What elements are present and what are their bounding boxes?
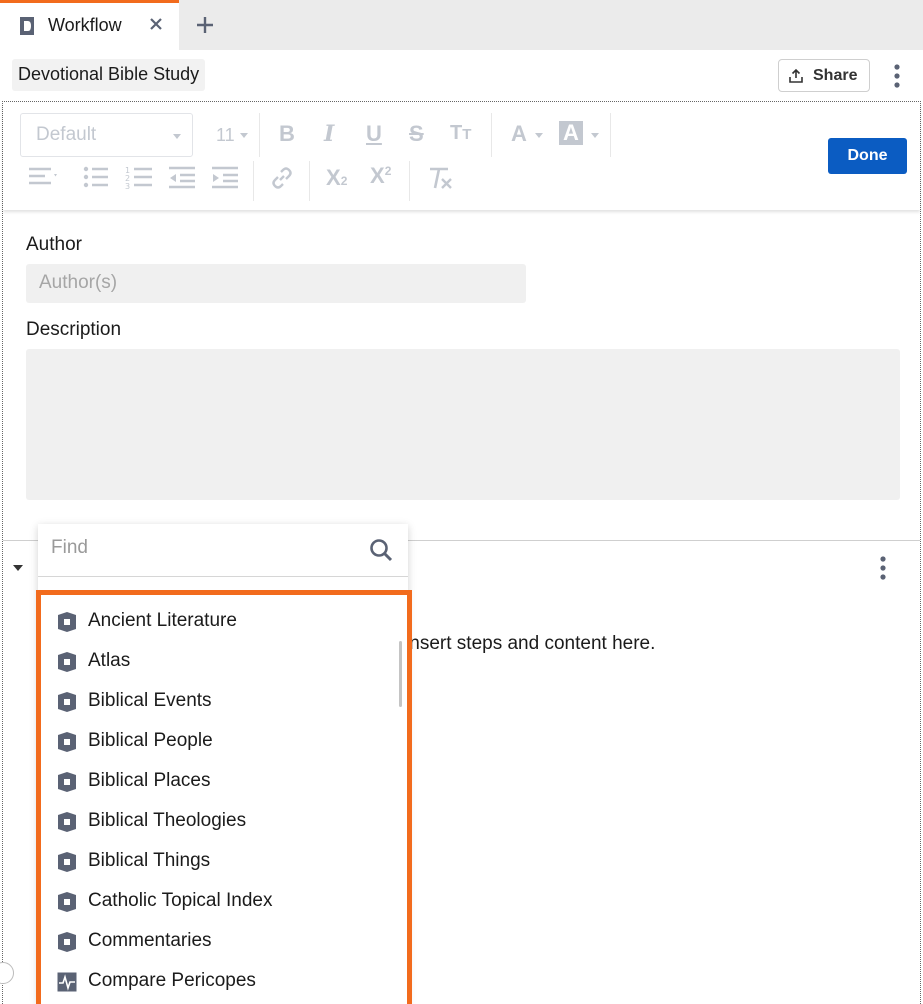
- chevron-down-icon: [591, 133, 599, 138]
- list-item-label: Atlas: [88, 650, 131, 671]
- toolbar-divider: [610, 113, 611, 157]
- tab-workflow[interactable]: Workflow: [0, 0, 179, 50]
- clear-format-icon[interactable]: [427, 166, 453, 190]
- share-label: Share: [813, 67, 858, 84]
- italic-icon[interactable]: I: [324, 123, 334, 145]
- guide-icon: [57, 851, 77, 873]
- toolbar-divider: [309, 161, 310, 201]
- toolbar-divider: [253, 161, 254, 201]
- list-item-label: Biblical Events: [88, 690, 212, 711]
- guide-icon: [57, 771, 77, 793]
- svg-text:3: 3: [125, 182, 130, 191]
- list-item[interactable]: Catholic Topical Index: [51, 882, 391, 922]
- more-options-icon[interactable]: [888, 63, 906, 89]
- list-item[interactable]: Biblical Events: [51, 682, 391, 722]
- collapse-caret-icon[interactable]: [13, 565, 23, 571]
- list-item-label: Biblical Theologies: [88, 810, 247, 831]
- author-input[interactable]: Author(s): [26, 264, 526, 303]
- font-family-value: Default: [36, 124, 97, 145]
- formatting-toolbar: Default 11 B I U S TT A A 1 2 3 X2 X2 Do…: [3, 103, 920, 210]
- chevron-down-icon: [240, 133, 248, 138]
- description-field[interactable]: [26, 349, 900, 500]
- guide-icon: [57, 651, 77, 673]
- list-item[interactable]: Biblical Theologies: [51, 802, 391, 842]
- guide-icon: [57, 691, 77, 713]
- list-item[interactable]: Biblical People: [51, 722, 391, 762]
- document-title[interactable]: Devotional Bible Study: [12, 59, 206, 91]
- list-item-label: Ancient Literature: [88, 610, 237, 631]
- list-item-label: Biblical Places: [88, 770, 211, 791]
- description-label: Description: [26, 319, 122, 340]
- outdent-icon[interactable]: [168, 165, 196, 189]
- font-family-select[interactable]: Default: [20, 113, 193, 157]
- list-item-label: Biblical Things: [88, 850, 211, 871]
- compare-icon: [57, 971, 77, 993]
- document-header: Devotional Bible Study Share: [0, 50, 923, 102]
- chevron-down-icon: [173, 134, 181, 139]
- search-icon[interactable]: [369, 538, 393, 562]
- list-item[interactable]: Biblical Places: [51, 762, 391, 802]
- tab-bar: Workflow: [0, 0, 923, 50]
- finder-list: Ancient Literature Atlas Biblical Events Bi…: [36, 590, 412, 1004]
- more-options-icon[interactable]: [874, 555, 892, 581]
- find-input[interactable]: Find: [38, 524, 408, 577]
- list-item[interactable]: Ancient Literature: [51, 602, 391, 642]
- guide-icon: [57, 891, 77, 913]
- add-tab-icon[interactable]: [195, 15, 215, 35]
- section-hint: Insert steps and content here.: [404, 633, 656, 654]
- chevron-down-icon: [535, 133, 543, 138]
- guide-icon: [57, 811, 77, 833]
- list-item-label: Catholic Topical Index: [88, 890, 273, 911]
- bullet-list-icon[interactable]: [83, 165, 109, 189]
- done-button[interactable]: Done: [828, 138, 907, 174]
- list-item[interactable]: Biblical Things: [51, 842, 391, 882]
- font-color-icon[interactable]: A: [511, 123, 527, 145]
- list-item[interactable]: Atlas: [51, 642, 391, 682]
- toolbar-divider: [259, 113, 260, 157]
- superscript-icon[interactable]: X2: [370, 165, 391, 187]
- guide-icon: [57, 731, 77, 753]
- list-item-label: Compare Pericopes: [88, 970, 256, 991]
- scrollbar[interactable]: [399, 641, 402, 707]
- list-item[interactable]: Compare Pericopes: [51, 962, 391, 1002]
- list-item[interactable]: Commentaries: [51, 922, 391, 962]
- list-item-label: Biblical People: [88, 730, 213, 751]
- highlight-color-icon[interactable]: A: [559, 121, 583, 145]
- guide-icon: [57, 611, 77, 633]
- font-size-select[interactable]: 11: [216, 125, 235, 146]
- share-button[interactable]: Share: [778, 59, 870, 92]
- guide-icon: [57, 931, 77, 953]
- strikethrough-icon[interactable]: S: [409, 123, 424, 145]
- author-placeholder: Author(s): [39, 272, 118, 293]
- underline-icon[interactable]: U: [366, 123, 382, 145]
- find-placeholder: Find: [51, 537, 88, 558]
- text-size-icon[interactable]: TT: [450, 123, 471, 143]
- toolbar-divider: [491, 113, 492, 157]
- numbered-list-icon[interactable]: 1 2 3: [125, 165, 153, 191]
- list-item-label: Commentaries: [88, 930, 212, 951]
- align-icon[interactable]: [28, 165, 58, 189]
- share-icon: [789, 68, 803, 83]
- workflow-icon: [20, 17, 34, 35]
- author-label: Author: [26, 234, 82, 255]
- close-icon[interactable]: [146, 14, 166, 34]
- toolbar-divider: [409, 161, 410, 201]
- content-finder-popup: Find Ancient Literature Atlas Biblical Eve…: [36, 524, 412, 1004]
- indent-icon[interactable]: [211, 165, 239, 189]
- bold-icon[interactable]: B: [279, 123, 295, 145]
- link-icon[interactable]: [270, 166, 294, 190]
- subscript-icon[interactable]: X2: [326, 167, 347, 189]
- tab-label: Workflow: [48, 15, 122, 35]
